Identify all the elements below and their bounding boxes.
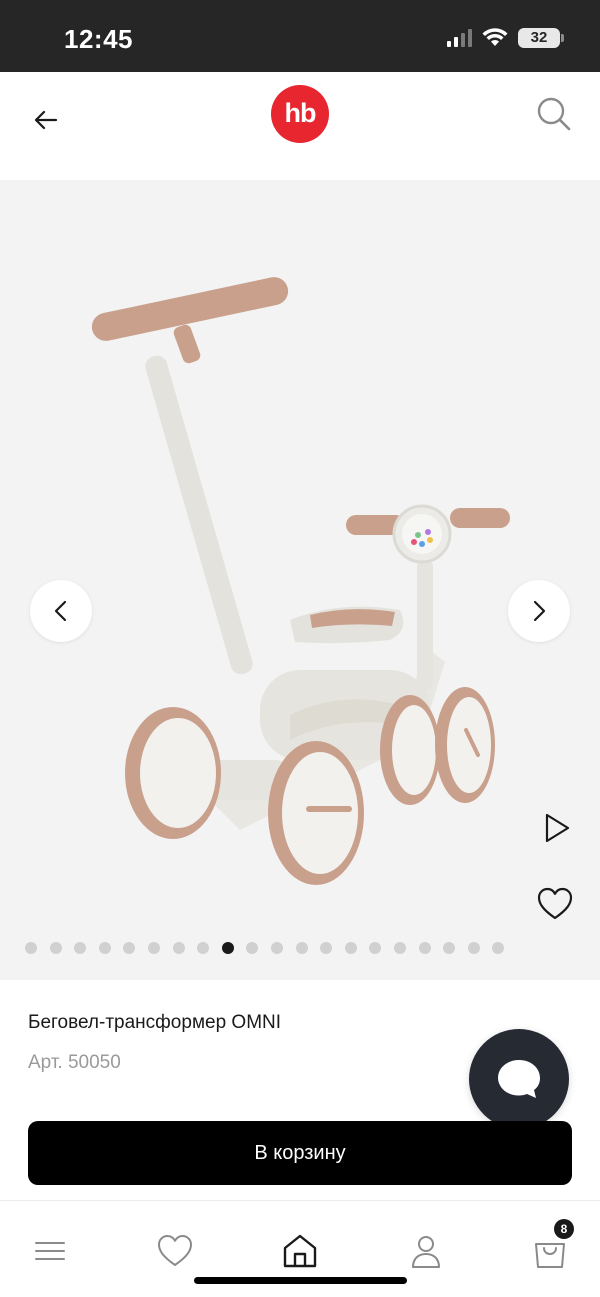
gallery-dot[interactable] — [492, 942, 505, 954]
gallery-dot[interactable] — [467, 942, 480, 954]
back-arrow-icon — [34, 110, 58, 130]
sku-label: Арт. — [28, 1052, 63, 1073]
app-header: hb — [0, 72, 600, 180]
gallery-dot[interactable] — [25, 942, 37, 954]
product-gallery[interactable]: omni — [0, 180, 600, 980]
gallery-dot[interactable] — [197, 942, 210, 954]
play-icon — [545, 813, 570, 843]
nav-cart[interactable]: 8 — [530, 1219, 574, 1271]
profile-icon — [412, 1236, 440, 1268]
gallery-dot[interactable] — [344, 942, 357, 954]
gallery-dot[interactable] — [74, 942, 87, 954]
home-indicator — [194, 1277, 407, 1284]
menu-icon — [35, 1242, 65, 1260]
gallery-dot[interactable] — [221, 942, 234, 954]
status-time: 12:45 — [64, 24, 133, 54]
product-title: Беговел-трансформер OMNI — [28, 1012, 282, 1033]
gallery-dot[interactable] — [49, 942, 62, 954]
wifi-icon — [482, 28, 508, 46]
nav-favorites[interactable] — [155, 1231, 195, 1271]
gallery-dot[interactable] — [394, 942, 406, 954]
gallery-next-button[interactable] — [508, 580, 570, 642]
gallery-dot[interactable] — [320, 942, 333, 954]
battery-indicator: 32 — [518, 28, 564, 48]
gallery-pagination[interactable] — [0, 940, 600, 956]
back-button[interactable] — [28, 102, 64, 138]
nav-profile[interactable] — [406, 1231, 446, 1271]
gallery-dot[interactable] — [418, 942, 431, 954]
gallery-dot[interactable] — [271, 942, 283, 954]
sku-value: 50050 — [67, 1052, 121, 1073]
nav-menu[interactable] — [30, 1231, 70, 1271]
chevron-right-icon — [533, 600, 546, 622]
gallery-dot[interactable] — [148, 942, 160, 954]
chat-button[interactable] — [469, 1029, 569, 1129]
gallery-dot[interactable] — [246, 942, 259, 954]
heart-icon — [537, 887, 573, 920]
status-icons: 32 — [447, 28, 564, 48]
add-to-cart-button[interactable]: В корзину — [28, 1121, 572, 1185]
product-sku: Арт. 50050 — [28, 1052, 121, 1074]
cart-count-badge: 8 — [554, 1219, 574, 1239]
status-bar: 12:45 32 — [0, 0, 600, 72]
gallery-prev-button[interactable] — [30, 580, 92, 642]
search-icon — [537, 97, 571, 131]
gallery-dot[interactable] — [443, 942, 456, 954]
gallery-dot[interactable] — [172, 942, 185, 954]
brand-logo[interactable]: hb — [271, 85, 329, 143]
gallery-dot[interactable] — [98, 942, 111, 954]
nav-home[interactable] — [280, 1231, 320, 1271]
add-to-favorites-button[interactable] — [536, 886, 574, 922]
home-icon — [283, 1234, 317, 1268]
play-video-button[interactable] — [540, 812, 572, 844]
chat-icon — [498, 1060, 540, 1098]
gallery-dot[interactable] — [295, 942, 308, 954]
gallery-dot[interactable] — [369, 942, 382, 954]
gallery-dot[interactable] — [123, 942, 136, 954]
chevron-left-icon — [54, 600, 67, 622]
heart-icon — [158, 1235, 192, 1266]
product-image[interactable]: omni — [80, 270, 530, 890]
search-button[interactable] — [534, 94, 574, 134]
cellular-signal-icon — [447, 29, 472, 47]
